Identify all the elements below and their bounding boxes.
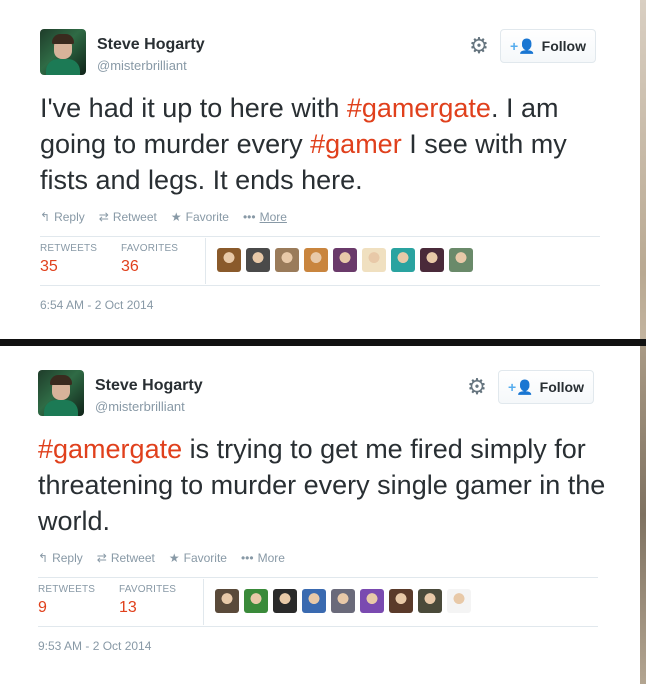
favoriter-avatar[interactable] [273,589,297,613]
star-icon: ★ [168,551,180,565]
favoriter-avatar[interactable] [447,589,471,613]
favorite-label: Favorite [183,551,227,565]
stats-divider [38,577,598,578]
follow-button[interactable]: +👤 Follow [500,29,596,63]
favoriter-avatar[interactable] [389,589,413,613]
favoriter-avatar[interactable] [217,248,241,272]
hashtag-link[interactable]: #gamergate [38,434,182,464]
more-label: More [259,210,287,224]
stats-divider [40,236,600,237]
favoriter-avatar[interactable] [215,589,239,613]
gear-icon[interactable]: ⚙ [468,35,490,57]
ellipsis-icon: ••• [242,210,256,224]
retweets-stat[interactable]: RETWEETS 35 [40,243,97,276]
favoriter-avatar[interactable] [360,589,384,613]
text-segment: I've had it up to here with [40,93,347,123]
reply-label: Reply [54,210,85,224]
reply-button[interactable]: ↰ Reply [38,551,83,565]
reply-button[interactable]: ↰ Reply [40,210,85,224]
tweet-actions: ↰ Reply ⇄ Retweet ★ Favorite ••• More [38,551,285,565]
tweet-timestamp[interactable]: 9:53 AM - 2 Oct 2014 [38,639,151,653]
favoriter-avatar[interactable] [304,248,328,272]
add-user-icon: +👤 [508,378,534,395]
add-user-icon: +👤 [510,37,536,54]
stats-divider [40,285,600,286]
retweets-count: 9 [38,599,47,616]
tweet-timestamp[interactable]: 6:54 AM - 2 Oct 2014 [40,298,153,312]
retweet-icon: ⇄ [96,551,107,565]
user-name[interactable]: Steve Hogarty [97,36,205,54]
retweet-button[interactable]: ⇄ Retweet [99,210,157,224]
star-icon: ★ [170,210,182,224]
retweet-icon: ⇄ [98,210,109,224]
favorite-button[interactable]: ★ Favorite [171,210,229,224]
favorites-stat[interactable]: FAVORITES 36 [121,243,178,276]
retweet-label: Retweet [112,210,157,224]
stats-separator [203,579,204,625]
follow-label: Follow [539,379,584,395]
gear-icon[interactable]: ⚙ [466,376,488,398]
ellipsis-icon: ••• [240,551,254,565]
favorites-count: 13 [119,599,137,616]
favoriter-avatar[interactable] [244,589,268,613]
favorites-count: 36 [121,258,139,275]
stats-divider [38,626,598,627]
hashtag-link[interactable]: #gamergate [347,93,491,123]
reply-icon: ↰ [40,210,51,224]
favoriter-avatar[interactable] [333,248,357,272]
favorite-label: Favorite [185,210,229,224]
reply-icon: ↰ [38,551,49,565]
tweet-actions: ↰ Reply ⇄ Retweet ★ Favorite ••• More [40,210,287,224]
stats-separator [205,238,206,284]
screenshot-divider [0,339,646,346]
favoriter-avatar[interactable] [420,248,444,272]
favoriter-avatar[interactable] [362,248,386,272]
favoriter-avatar[interactable] [246,248,270,272]
avatar[interactable] [40,29,86,75]
more-button[interactable]: ••• More [241,551,285,565]
user-handle[interactable]: @misterbrilliant [97,58,187,73]
favoriters-list [215,589,471,613]
retweets-label: RETWEETS [38,584,96,595]
favoriter-avatar[interactable] [449,248,473,272]
follow-label: Follow [541,38,586,54]
retweets-label: RETWEETS [40,243,98,254]
retweet-label: Retweet [110,551,155,565]
tweet-text: I've had it up to here with #gamergate. … [40,90,620,198]
tweet-text: #gamergate is trying to get me fired sim… [38,431,618,539]
favoriter-avatar[interactable] [275,248,299,272]
favoriter-avatar[interactable] [391,248,415,272]
user-name[interactable]: Steve Hogarty [95,377,203,395]
more-label: More [257,551,285,565]
avatar[interactable] [38,370,84,416]
tweet-card: Steve Hogarty @misterbrilliant ⚙ +👤 Foll… [0,0,640,339]
favorites-stat[interactable]: FAVORITES 13 [119,584,176,617]
retweets-stat[interactable]: RETWEETS 9 [38,584,95,617]
retweet-button[interactable]: ⇄ Retweet [97,551,155,565]
favoriter-avatar[interactable] [302,589,326,613]
retweets-count: 35 [40,258,58,275]
favorites-label: FAVORITES [119,584,177,595]
follow-button[interactable]: +👤 Follow [498,370,594,404]
reply-label: Reply [52,551,83,565]
favoriter-avatar[interactable] [418,589,442,613]
more-button[interactable]: ••• More [243,210,287,224]
favoriters-list [217,248,473,272]
favorites-label: FAVORITES [121,243,179,254]
hashtag-link[interactable]: #gamer [310,129,402,159]
user-handle[interactable]: @misterbrilliant [95,399,185,414]
tweet-card: Steve Hogarty @misterbrilliant ⚙ +👤 Foll… [0,346,640,684]
favoriter-avatar[interactable] [331,589,355,613]
favorite-button[interactable]: ★ Favorite [169,551,227,565]
